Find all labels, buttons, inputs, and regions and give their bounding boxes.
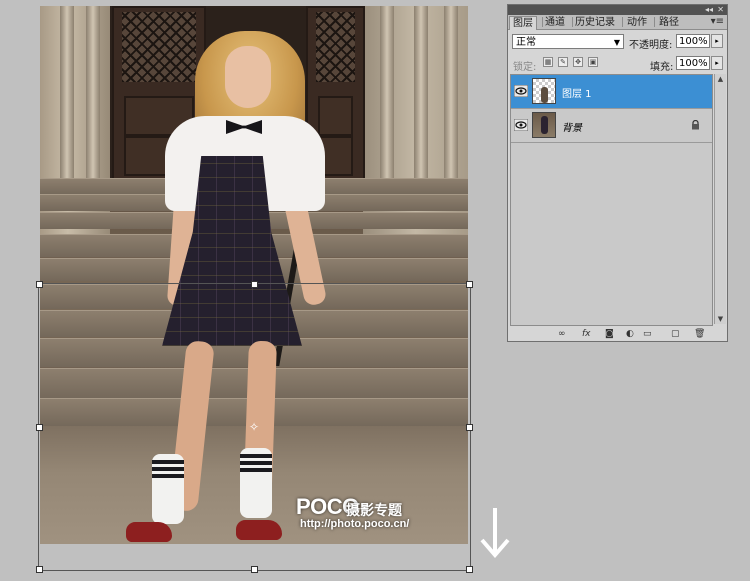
transform-center-icon[interactable]: ✧	[248, 421, 260, 433]
transform-handle-bottom-left[interactable]	[36, 566, 43, 573]
adjustment-layer-icon[interactable]: ◐	[626, 329, 634, 339]
fill-label: 填充:	[650, 62, 674, 73]
tab-paths[interactable]: 路径	[656, 16, 682, 29]
transform-handle-bottom-right[interactable]	[466, 566, 473, 573]
blend-mode-value: 正常	[516, 37, 536, 48]
stone-column	[380, 6, 394, 206]
stone-column	[414, 6, 428, 206]
close-icon[interactable]: ✕	[717, 5, 724, 15]
layers-scrollbar[interactable]: ▲ ▼	[714, 74, 726, 324]
layer-thumbnail	[532, 78, 556, 104]
fill-slider-button[interactable]: ▸	[711, 56, 723, 70]
watermark-url: http://photo.poco.cn/	[300, 518, 410, 530]
eye-icon[interactable]	[514, 119, 528, 131]
girl-sock-right	[240, 448, 272, 518]
panel-tabs: 图层 通道 历史记录 动作 路径 ▾≡	[508, 15, 727, 30]
collapse-icon[interactable]: ◂◂	[705, 5, 713, 15]
link-layers-icon[interactable]: ∞	[558, 329, 566, 339]
layer-style-icon[interactable]: fx	[582, 329, 591, 339]
tab-channels[interactable]: 通道	[542, 16, 568, 29]
transform-handle-top[interactable]	[251, 281, 258, 288]
opacity-slider-button[interactable]: ▸	[711, 34, 723, 48]
tab-layers[interactable]: 图层	[509, 16, 537, 30]
scroll-down-icon[interactable]: ▼	[715, 314, 726, 324]
transform-handle-top-left[interactable]	[36, 281, 43, 288]
stone-column	[60, 6, 74, 206]
transform-handle-left[interactable]	[36, 424, 43, 431]
layer-name: 背景	[562, 123, 582, 134]
panel-menu-icon[interactable]: ▾≡	[711, 16, 724, 27]
tab-actions[interactable]: 动作	[624, 16, 650, 29]
delete-layer-icon[interactable]: 🗑	[694, 329, 705, 339]
lock-transparent-icon[interactable]: ▦	[543, 57, 553, 67]
watermark-title: 摄影专题	[346, 503, 402, 519]
layers-list: 图层 1 背景	[510, 74, 713, 326]
girl-shoe-right	[236, 520, 282, 540]
transform-handle-top-right[interactable]	[466, 281, 473, 288]
new-group-icon[interactable]: ▭	[643, 329, 652, 339]
layer-row-background[interactable]: 背景	[511, 109, 712, 143]
layer-thumbnail	[532, 112, 556, 138]
down-arrow-icon	[480, 508, 510, 558]
transform-handle-bottom[interactable]	[251, 566, 258, 573]
opacity-field[interactable]: 100%	[676, 34, 710, 48]
new-layer-icon[interactable]: ▢	[671, 329, 680, 339]
panel-footer: ∞ fx ◙ ◐ ▭ ▢ 🗑	[508, 327, 727, 341]
layer-row-layer-1[interactable]: 图层 1	[511, 75, 712, 109]
layers-panel: ◂◂ ✕ 图层 通道 历史记录 动作 路径 ▾≡ 正常 ▼ 不透明度: 100%…	[507, 4, 728, 342]
opacity-label: 不透明度:	[629, 40, 673, 51]
blend-mode-select[interactable]: 正常 ▼	[512, 34, 624, 49]
girl-shoe-left	[126, 522, 172, 542]
transform-handle-right[interactable]	[466, 424, 473, 431]
add-mask-icon[interactable]: ◙	[605, 329, 614, 339]
chevron-down-icon: ▼	[613, 38, 620, 47]
lock-all-icon[interactable]: ▣	[588, 57, 598, 67]
stone-column	[444, 6, 458, 206]
panel-titlebar[interactable]: ◂◂ ✕	[508, 5, 727, 15]
stone-column	[86, 6, 100, 206]
eye-icon[interactable]	[514, 85, 528, 97]
scroll-up-icon[interactable]: ▲	[715, 74, 726, 84]
tab-history[interactable]: 历史记录	[572, 16, 618, 29]
fill-field[interactable]: 100%	[676, 56, 710, 70]
lock-icon	[692, 120, 699, 130]
girl-face	[225, 46, 271, 108]
lock-position-icon[interactable]: ✥	[573, 57, 583, 67]
lock-label: 锁定:	[513, 62, 537, 73]
girl-sock-left	[152, 454, 184, 524]
canvas-photo[interactable]	[40, 6, 468, 544]
lock-image-icon[interactable]: ✎	[558, 57, 568, 67]
layer-name: 图层 1	[562, 89, 592, 100]
